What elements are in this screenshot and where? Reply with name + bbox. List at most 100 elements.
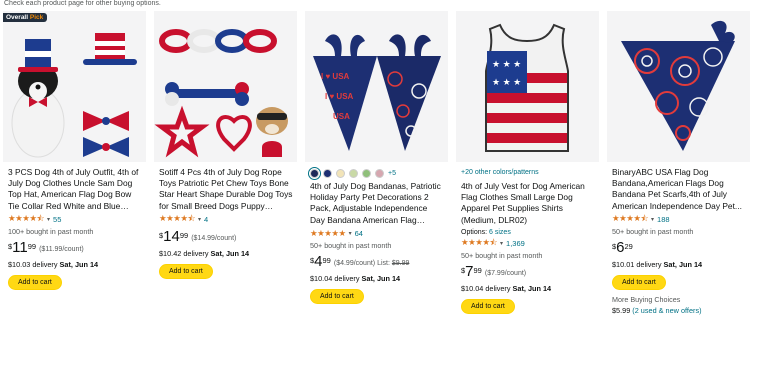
product-card: Sotiff 4 Pcs 4th of July Dog Rope Toys P… <box>154 11 297 329</box>
chevron-down-icon[interactable]: ▾ <box>47 216 50 223</box>
bought-count: 50+ bought in past month <box>461 251 543 260</box>
chevron-down-icon[interactable]: ▾ <box>349 230 352 237</box>
rating-count[interactable]: 1,369 <box>506 239 525 248</box>
header-note: Check each product page for other buying… <box>4 0 161 7</box>
delivery-info: $10.01 delivery Sat, Jun 14 <box>612 260 746 269</box>
product-title[interactable]: 4th of July Dog Bandanas, Patriotic Holi… <box>310 181 444 226</box>
used-offers: $5.99 (2 used & new offers) <box>612 306 746 315</box>
price[interactable]: $ 14 99 ($14.99/count) <box>159 229 293 244</box>
price-cents: 99 <box>322 256 331 265</box>
delivery-date: Sat, Jun 14 <box>663 260 703 269</box>
svg-text:I ♥ USA: I ♥ USA <box>325 92 354 101</box>
badge-prefix: Overall <box>6 14 29 21</box>
price[interactable]: $ 7 99 ($7.99/count) <box>461 264 595 279</box>
chevron-down-icon[interactable]: ▾ <box>651 216 654 223</box>
used-offers-link[interactable]: (2 used & new offers) <box>632 306 701 315</box>
add-to-cart-button[interactable]: Add to cart <box>461 299 515 314</box>
other-colors-link[interactable]: +20 other colors/patterns <box>461 167 595 179</box>
add-to-cart-button[interactable]: Add to cart <box>8 275 62 290</box>
star-rating-icon[interactable]: ★★★★⯪ <box>8 213 45 227</box>
price-cents: 99 <box>473 266 482 275</box>
svg-text:★ ★ ★: ★ ★ ★ <box>492 59 521 69</box>
delivery-date: Sat, Jun 14 <box>512 284 552 293</box>
options-label: Options: <box>461 229 488 236</box>
color-swatch[interactable] <box>349 168 358 178</box>
bought-count: 50+ bought in past month <box>310 241 392 250</box>
color-swatch[interactable] <box>336 168 345 178</box>
add-to-cart-button[interactable]: Add to cart <box>159 264 213 279</box>
overall-pick-badge: Overall Pick <box>3 13 48 22</box>
delivery-info: $10.04 delivery Sat, Jun 14 <box>310 274 444 283</box>
product-image[interactable] <box>607 11 750 162</box>
options-link[interactable]: 6 sizes <box>489 229 511 236</box>
bandanas-image: I ♥ USA I ♥ USA USA <box>313 34 441 151</box>
product-title[interactable]: Sotiff 4 Pcs 4th of July Dog Rope Toys P… <box>159 167 293 212</box>
delivery-date: Sat, Jun 14 <box>361 274 401 283</box>
used-price: $5.99 <box>612 306 631 315</box>
delivery-info: $10.03 delivery Sat, Jun 14 <box>8 260 142 269</box>
delivery-info: $10.42 delivery Sat, Jun 14 <box>159 249 293 258</box>
rating-count[interactable]: 64 <box>355 229 363 238</box>
product-image[interactable] <box>154 11 297 162</box>
rating-row: ★★★★★ ▾ 64 <box>310 228 444 239</box>
bought-count: 50+ bought in past month <box>612 227 694 236</box>
add-to-cart-button[interactable]: Add to cart <box>612 275 666 290</box>
product-card: Overall Pick 3 PCS Dog 4th of July Outfi… <box>3 11 146 329</box>
rope-toys-image <box>154 29 288 158</box>
chevron-down-icon[interactable]: ▾ <box>500 240 503 247</box>
product-image[interactable]: Overall Pick <box>3 11 146 162</box>
delivery-date: Sat, Jun 14 <box>59 260 99 269</box>
star-rating-icon[interactable]: ★★★★⯪ <box>612 213 649 227</box>
price-cents: 99 <box>27 242 37 251</box>
price-dollars: 4 <box>314 253 323 270</box>
color-swatch[interactable] <box>308 166 321 180</box>
price-dollars: 11 <box>12 239 28 256</box>
delivery-label: $10.03 delivery <box>8 260 58 269</box>
delivery-label: $10.01 delivery <box>612 260 662 269</box>
price-dollars: 6 <box>616 239 625 256</box>
color-swatches: +5 <box>308 166 444 180</box>
chevron-down-icon[interactable]: ▾ <box>198 216 201 223</box>
unit-price: ($11.99/count) <box>39 246 84 253</box>
product-title[interactable]: 4th of July Vest for Dog American Flag C… <box>461 181 595 226</box>
rating-count[interactable]: 4 <box>204 215 208 224</box>
svg-text:I ♥ USA: I ♥ USA <box>321 72 350 81</box>
product-card: I ♥ USA I ♥ USA USA +5 4th of July Dog B… <box>305 11 448 329</box>
svg-text:★ ★ ★: ★ ★ ★ <box>492 77 521 87</box>
product-card: BinaryABC USA Flag Dog Bandana,American … <box>607 11 750 329</box>
product-image[interactable]: ★ ★ ★ ★ ★ ★ <box>456 11 599 162</box>
more-colors-link[interactable]: +5 <box>388 170 396 177</box>
add-to-cart-button[interactable]: Add to cart <box>310 289 364 304</box>
list-price-value: $9.99 <box>391 260 410 267</box>
list-price-label: List: <box>377 260 390 267</box>
star-rating-icon[interactable]: ★★★★⯪ <box>159 213 196 227</box>
price[interactable]: $ 6 29 <box>612 240 746 255</box>
flag-vest-image: ★ ★ ★ ★ ★ ★ <box>485 23 569 152</box>
star-rating-icon[interactable]: ★★★★⯪ <box>461 237 498 251</box>
product-image[interactable]: I ♥ USA I ♥ USA USA <box>305 11 448 162</box>
star-rating-icon[interactable]: ★★★★★ <box>310 228 346 239</box>
rating-row: ★★★★⯪ ▾ 1,369 <box>461 237 595 251</box>
rating-row: ★★★★⯪ ▾ 188 <box>612 213 746 227</box>
rating-row: ★★★★⯪ ▾ 4 <box>159 213 293 227</box>
delivery-date: Sat, Jun 14 <box>210 249 250 258</box>
flag-bandana-image <box>621 20 735 151</box>
list-price: List: $9.99 <box>375 260 409 267</box>
rating-count[interactable]: 188 <box>657 215 670 224</box>
product-card: ★ ★ ★ ★ ★ ★ +20 other colors/patterns 4t… <box>456 11 599 329</box>
badge-suffix: Pick <box>29 14 44 21</box>
unit-price: ($7.99/count) <box>484 270 527 277</box>
more-buying-choices: More Buying Choices <box>612 295 681 304</box>
price[interactable]: $ 4 99 ($4.99/count) List: $9.99 <box>310 254 444 269</box>
rating-count[interactable]: 55 <box>53 215 61 224</box>
dog-outfit-image <box>11 33 137 158</box>
price-dollars: 7 <box>465 263 474 280</box>
delivery-label: $10.04 delivery <box>310 274 360 283</box>
color-swatch[interactable] <box>362 168 371 178</box>
color-swatch[interactable] <box>375 168 384 178</box>
price[interactable]: $ 11 99 ($11.99/count) <box>8 240 142 255</box>
color-swatch[interactable] <box>323 168 332 178</box>
unit-price: ($14.99/count) <box>191 235 237 242</box>
product-title[interactable]: 3 PCS Dog 4th of July Outfit, 4th of Jul… <box>8 167 142 212</box>
product-title[interactable]: BinaryABC USA Flag Dog Bandana,American … <box>612 167 746 212</box>
